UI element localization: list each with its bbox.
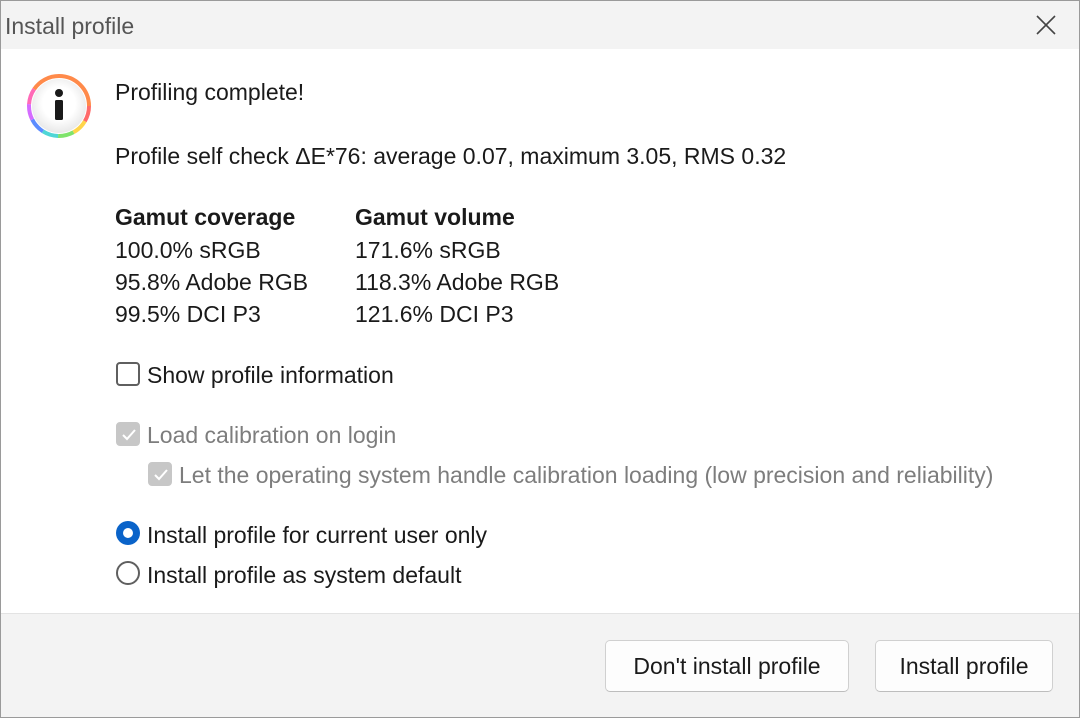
coverage-srgb: 100.0% sRGB: [115, 237, 261, 263]
dialog-footer: Don't install profile Install profile: [1, 613, 1079, 717]
info-icon: [27, 74, 91, 138]
install-system-default-label[interactable]: Install profile as system default: [147, 562, 461, 589]
checkmark-icon: [154, 469, 168, 481]
close-icon: [1036, 15, 1056, 35]
show-profile-info-checkbox[interactable]: [116, 362, 140, 386]
coverage-adobe-rgb: 95.8% Adobe RGB: [115, 269, 309, 295]
window-title: Install profile: [5, 13, 135, 39]
gamut-volume-header: Gamut volume: [355, 204, 515, 230]
close-button[interactable]: [1013, 1, 1079, 49]
install-profile-button[interactable]: Install profile: [875, 640, 1053, 692]
dont-install-profile-button[interactable]: Don't install profile: [605, 640, 849, 692]
os-handle-calibration-label[interactable]: Let the operating system handle calibrat…: [179, 462, 993, 489]
load-calibration-label[interactable]: Load calibration on login: [147, 422, 396, 449]
install-system-default-radio[interactable]: [116, 561, 140, 585]
volume-srgb: 171.6% sRGB: [355, 237, 501, 263]
install-current-user-label[interactable]: Install profile for current user only: [147, 522, 487, 549]
install-current-user-radio[interactable]: [116, 521, 140, 545]
install-profile-dialog: Install profile Profiling complete! Prof…: [0, 0, 1080, 718]
profiling-complete-heading: Profiling complete!: [115, 79, 305, 105]
checkmark-icon: [122, 429, 136, 441]
volume-dci-p3: 121.6% DCI P3: [355, 301, 514, 327]
self-check-summary: Profile self check ΔE*76: average 0.07, …: [115, 143, 787, 169]
os-handle-calibration-checkbox[interactable]: [148, 462, 172, 486]
show-profile-info-label[interactable]: Show profile information: [147, 362, 394, 389]
load-calibration-checkbox[interactable]: [116, 422, 140, 446]
coverage-dci-p3: 99.5% DCI P3: [115, 301, 261, 327]
title-bar: Install profile: [1, 1, 1079, 49]
volume-adobe-rgb: 118.3% Adobe RGB: [355, 269, 560, 295]
gamut-coverage-header: Gamut coverage: [115, 204, 296, 230]
